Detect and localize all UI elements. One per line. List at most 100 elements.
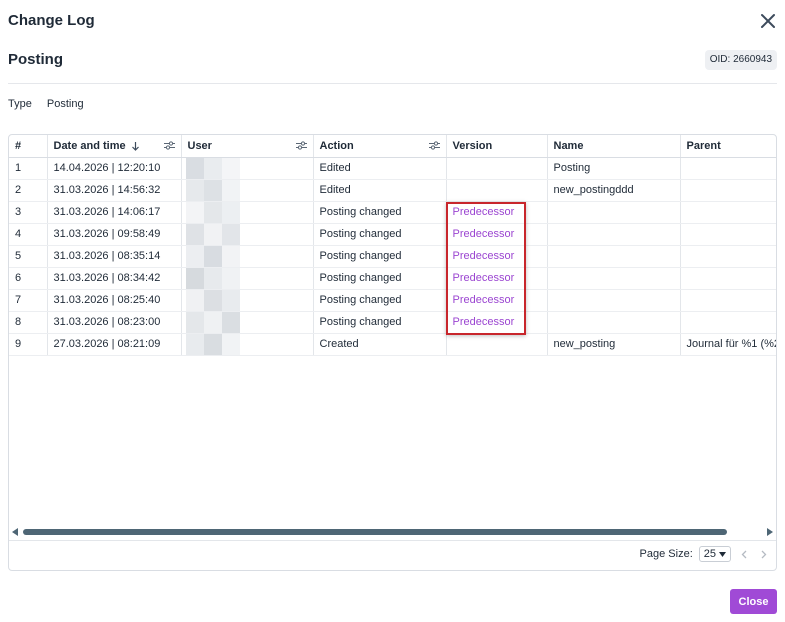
cell-action: Posting changed <box>313 311 447 334</box>
version-link[interactable]: Predecessor <box>446 201 548 224</box>
filter-icon[interactable] <box>295 141 307 150</box>
divider <box>8 83 777 84</box>
redacted-user-block <box>203 179 222 200</box>
version-link[interactable]: Predecessor <box>446 289 548 312</box>
redacted-user-block <box>203 157 222 178</box>
redacted-user-block <box>203 333 222 354</box>
scroll-left-icon[interactable] <box>12 528 19 536</box>
redacted-user-block <box>203 245 222 266</box>
cell-user <box>181 201 314 224</box>
cell-user <box>181 289 314 312</box>
cell-index: 1 <box>9 157 48 180</box>
cell-user <box>181 267 314 290</box>
cell-action: Posting changed <box>313 267 447 290</box>
table-row[interactable]: 6 31.03.2026 | 08:34:42 Posting changed Pre… <box>9 267 776 290</box>
cell-date-time: 31.03.2026 | 08:35:14 <box>47 245 182 268</box>
chevron-left-icon <box>741 550 747 558</box>
version-link[interactable]: Predecessor <box>446 267 548 290</box>
dialog-title: Change Log <box>8 12 95 29</box>
scrollbar-thumb[interactable] <box>23 529 727 535</box>
next-page-button[interactable] <box>757 547 771 562</box>
cell-action: Posting changed <box>313 201 447 224</box>
cell-action: Posting changed <box>313 245 447 268</box>
chevron-right-icon <box>761 550 767 558</box>
close-button[interactable]: Close <box>730 589 777 614</box>
table-row[interactable]: 1 14.04.2026 | 12:20:10 Edited Posting <box>9 157 776 180</box>
cell-name: Posting <box>547 157 681 180</box>
cell-version <box>446 157 548 180</box>
cell-date-time: 27.03.2026 | 08:21:09 <box>47 333 182 356</box>
type-label: Type <box>8 98 32 110</box>
filter-icon[interactable] <box>163 141 175 150</box>
redacted-user-block <box>185 245 204 266</box>
redacted-user-block <box>185 223 204 244</box>
horizontal-scrollbar[interactable] <box>9 525 776 539</box>
cell-parent <box>680 245 776 268</box>
cell-action: Posting changed <box>313 223 447 246</box>
redacted-user-block <box>185 267 204 288</box>
cell-action: Posting changed <box>313 289 447 312</box>
redacted-user-block <box>185 289 204 310</box>
page-size-select[interactable]: 25 <box>698 546 731 562</box>
table-row[interactable]: 4 31.03.2026 | 09:58:49 Posting changed Pre… <box>9 223 776 246</box>
table-row[interactable]: 2 31.03.2026 | 14:56:32 Edited new_postingd… <box>9 179 776 202</box>
cell-name: new_posting <box>547 333 681 356</box>
filter-icon[interactable] <box>428 141 440 150</box>
page-size-value: 25 <box>703 548 716 560</box>
cell-parent <box>680 201 776 224</box>
change-log-grid: # Date and time User Action Version Name… <box>8 134 777 571</box>
close-icon[interactable] <box>758 11 778 31</box>
column-header-parent[interactable]: Parent <box>680 135 776 158</box>
page-size-label: Page Size: <box>639 548 693 560</box>
cell-parent <box>680 267 776 290</box>
redacted-user-block <box>185 157 204 178</box>
version-link[interactable]: Predecessor <box>446 311 548 334</box>
record-title: Posting <box>8 51 63 68</box>
cell-name <box>547 289 681 312</box>
column-header-user[interactable]: User <box>181 135 314 158</box>
redacted-user-block <box>221 179 240 200</box>
version-link[interactable]: Predecessor <box>446 245 548 268</box>
change-log-table: # Date and time User Action Version Name… <box>9 135 776 356</box>
redacted-user-block <box>221 223 240 244</box>
redacted-user-block <box>203 201 222 222</box>
table-row[interactable]: 3 31.03.2026 | 14:06:17 Posting changed Pre… <box>9 201 776 224</box>
cell-name <box>547 267 681 290</box>
column-header-action[interactable]: Action <box>313 135 447 158</box>
sort-descending-icon[interactable] <box>131 141 140 151</box>
cell-version <box>446 333 548 356</box>
cell-user <box>181 245 314 268</box>
cell-date-time: 31.03.2026 | 08:25:40 <box>47 289 182 312</box>
column-header-index[interactable]: # <box>9 135 48 158</box>
cell-user <box>181 333 314 356</box>
column-header-date-time-label: Date and time <box>53 139 126 152</box>
type-row: Type Posting <box>8 98 84 110</box>
version-link[interactable]: Predecessor <box>446 223 548 246</box>
pager: Page Size: 25 <box>640 546 771 562</box>
redacted-user-block <box>203 267 222 288</box>
cell-index: 4 <box>9 223 48 246</box>
redacted-user-block <box>221 289 240 310</box>
table-row[interactable]: 8 31.03.2026 | 08:23:00 Posting changed Pre… <box>9 311 776 334</box>
cell-index: 2 <box>9 179 48 202</box>
cell-date-time: 31.03.2026 | 14:56:32 <box>47 179 182 202</box>
cell-action: Edited <box>313 157 447 180</box>
table-row[interactable]: 5 31.03.2026 | 08:35:14 Posting changed Pre… <box>9 245 776 268</box>
cell-index: 7 <box>9 289 48 312</box>
cell-user <box>181 311 314 334</box>
column-header-date-time[interactable]: Date and time <box>47 135 182 158</box>
cell-date-time: 14.04.2026 | 12:20:10 <box>47 157 182 180</box>
cell-user <box>181 179 314 202</box>
column-header-version[interactable]: Version <box>446 135 548 158</box>
redacted-user-block <box>221 201 240 222</box>
table-row[interactable]: 7 31.03.2026 | 08:25:40 Posting changed Pre… <box>9 289 776 312</box>
oid-badge: OID: 2660943 <box>704 50 777 70</box>
cell-action: Created <box>313 333 447 356</box>
cell-parent <box>680 179 776 202</box>
column-header-name[interactable]: Name <box>547 135 681 158</box>
cell-action: Edited <box>313 179 447 202</box>
redacted-user-block <box>221 311 240 332</box>
table-row[interactable]: 9 27.03.2026 | 08:21:09 Created new_posting… <box>9 333 776 356</box>
previous-page-button[interactable] <box>737 547 751 562</box>
scroll-right-icon[interactable] <box>766 528 773 536</box>
